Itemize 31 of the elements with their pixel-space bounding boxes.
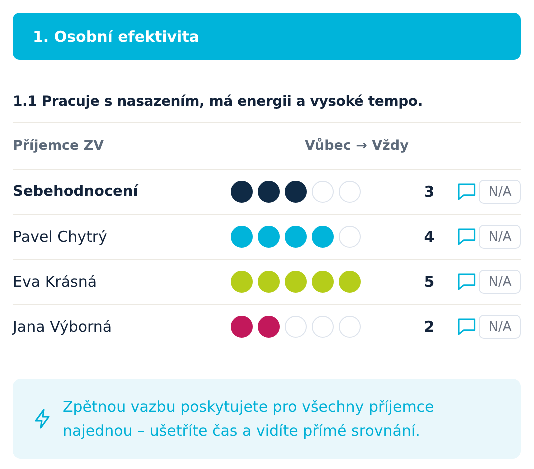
rating-dot[interactable]: [258, 316, 280, 338]
rating-dot[interactable]: [258, 226, 280, 248]
lightning-icon: [35, 409, 51, 429]
na-button[interactable]: N/A: [479, 315, 521, 339]
recipient-name: Eva Krásná: [13, 273, 98, 291]
score: 3: [423, 183, 435, 201]
recipient-name: Pavel Chytrý: [13, 228, 108, 246]
column-header: Vůbec → Vždy: [305, 138, 409, 154]
rating-dot[interactable]: [285, 181, 308, 203]
column-header: Příjemce ZV: [13, 138, 106, 154]
recipient-name: Jana Výborná: [13, 318, 114, 336]
rating-dot[interactable]: [231, 226, 254, 248]
na-button[interactable]: N/A: [479, 270, 521, 294]
na-button[interactable]: N/A: [479, 180, 521, 204]
rating-dot[interactable]: [285, 226, 308, 248]
score: 5: [423, 273, 435, 291]
comment-icon[interactable]: [456, 317, 476, 337]
comment-icon[interactable]: [456, 272, 476, 292]
rating-dot[interactable]: [231, 316, 254, 338]
score: 4: [423, 228, 435, 246]
info-text: Zpětnou vazbu poskytujete pro všechny příjemce najednou – ušetříte čas a vidíte přímé srovnání.: [63, 397, 436, 442]
comment-icon[interactable]: [456, 227, 476, 247]
na-button[interactable]: N/A: [479, 225, 521, 249]
recipient-name: Sebehodnocení: [13, 184, 140, 200]
rating-dot[interactable]: [231, 181, 254, 203]
rating-dot[interactable]: [258, 181, 280, 203]
question-text: 1.1 Pracuje s nasazením, má energii a vysoké tempo.: [13, 94, 521, 123]
score: 2: [423, 318, 435, 336]
comment-icon[interactable]: [456, 182, 476, 202]
section-header: 1. Osobní efektivita: [13, 13, 521, 60]
rating-dot[interactable]: [312, 226, 334, 248]
